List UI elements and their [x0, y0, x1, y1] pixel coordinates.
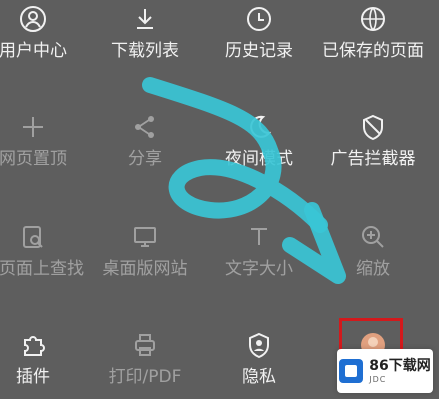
- watermark: 86下载网 JDC: [337, 349, 433, 393]
- menu-label: 打印/PDF: [108, 367, 182, 387]
- menu-label: 隐私: [242, 367, 276, 387]
- menu-item-desktop-site[interactable]: 桌面版网站: [90, 222, 200, 280]
- menu-label: 分享: [128, 149, 162, 169]
- menu-item-ad-blocker[interactable]: 广告拦截器: [318, 112, 428, 170]
- plus-icon: [18, 112, 48, 142]
- menu-label: 历史记录: [225, 41, 293, 61]
- menu-label: 缩放: [356, 259, 390, 279]
- search-page-icon: [18, 222, 48, 252]
- menu-label: 广告拦截器: [330, 149, 416, 169]
- menu-label: 在页面上查找: [0, 259, 84, 279]
- menu-label: 网页置顶: [0, 149, 67, 169]
- desktop-icon: [130, 222, 160, 252]
- watermark-title: 86下载网: [369, 357, 431, 374]
- shield-icon: [358, 112, 388, 142]
- privacy-icon: [244, 330, 274, 360]
- menu-label: 桌面版网站: [102, 259, 188, 279]
- download-icon: [130, 4, 160, 34]
- watermark-logo-icon: [339, 359, 364, 383]
- menu-label: 已保存的页面: [322, 41, 424, 61]
- globe-icon: [358, 4, 388, 34]
- menu-label: 夜间模式: [225, 149, 293, 169]
- menu-label: 插件: [16, 367, 50, 387]
- user-icon: [18, 4, 48, 34]
- menu-item-share[interactable]: 分享: [90, 112, 200, 170]
- watermark-subtitle: JDC: [369, 374, 387, 384]
- menu-item-history[interactable]: 历史记录: [204, 4, 314, 62]
- menu-item-plugins[interactable]: 插件: [0, 330, 88, 388]
- zoom-icon: [358, 222, 388, 252]
- moon-icon: [244, 112, 274, 142]
- menu-item-night-mode[interactable]: 夜间模式: [204, 112, 314, 170]
- menu-item-print-pdf[interactable]: 打印/PDF: [90, 330, 200, 388]
- menu-item-saved-pages[interactable]: 已保存的页面: [318, 4, 428, 62]
- menu-item-zoom[interactable]: 缩放: [318, 222, 428, 280]
- share-icon: [130, 112, 160, 142]
- menu-item-text-size[interactable]: 文字大小: [204, 222, 314, 280]
- puzzle-icon: [18, 330, 48, 360]
- clock-icon: [244, 4, 274, 34]
- menu-label: 下载列表: [111, 41, 179, 61]
- menu-item-user-center[interactable]: 用户中心: [0, 4, 88, 62]
- menu-item-pin-page[interactable]: 网页置顶: [0, 112, 88, 170]
- menu-item-privacy[interactable]: 隐私: [204, 330, 314, 388]
- menu-label: 用户中心: [0, 41, 67, 61]
- menu-item-find-in-page[interactable]: 在页面上查找: [0, 222, 88, 280]
- menu-item-downloads[interactable]: 下载列表: [90, 4, 200, 62]
- menu-label: 文字大小: [225, 259, 293, 279]
- print-icon: [130, 330, 160, 360]
- text-size-icon: [244, 222, 274, 252]
